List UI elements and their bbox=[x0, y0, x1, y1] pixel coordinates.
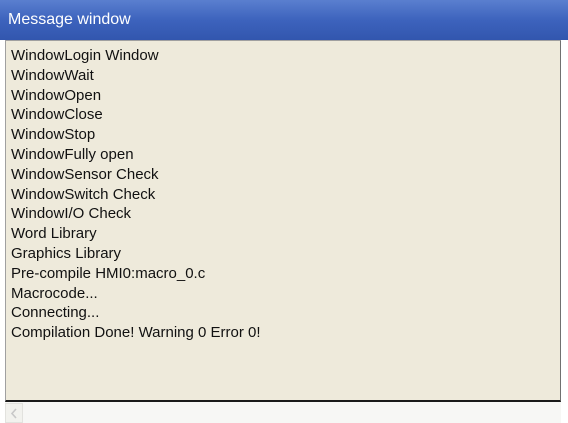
message-line: WindowLogin Window bbox=[11, 47, 159, 64]
message-window-titlebar[interactable]: Message window bbox=[0, 0, 568, 40]
message-list-pane[interactable]: WindowLogin Window WindowWait WindowOpen Wi… bbox=[5, 40, 561, 402]
message-line: WindowWait bbox=[11, 66, 94, 84]
message-line: Word Library bbox=[11, 225, 97, 243]
message-line: WindowOpen bbox=[11, 86, 102, 104]
horizontal-scrollbar[interactable] bbox=[5, 402, 561, 423]
message-line: WindowSwitch Check bbox=[11, 185, 156, 203]
message-line: Pre-compile HMI0:macro_0.c bbox=[11, 264, 206, 282]
message-line: Compilation Done! Warning 0 Error 0! bbox=[11, 324, 261, 342]
message-line: WindowSensor Check bbox=[11, 165, 159, 183]
message-line: WindowStop bbox=[11, 126, 96, 144]
window-title: Message window bbox=[8, 11, 131, 28]
message-line: Graphics Library bbox=[11, 244, 122, 262]
message-line: WindowClose bbox=[11, 106, 103, 124]
message-line: Macrocode... bbox=[11, 284, 98, 302]
message-line: WindowI/O Check bbox=[11, 205, 132, 223]
message-line: Connecting... bbox=[11, 304, 100, 322]
scroll-left-button[interactable] bbox=[5, 403, 23, 423]
message-line: WindowFully open bbox=[11, 145, 134, 163]
chevron-left-icon bbox=[10, 408, 17, 419]
message-list: WindowLogin Window WindowWait WindowOpen Wi… bbox=[11, 46, 560, 343]
